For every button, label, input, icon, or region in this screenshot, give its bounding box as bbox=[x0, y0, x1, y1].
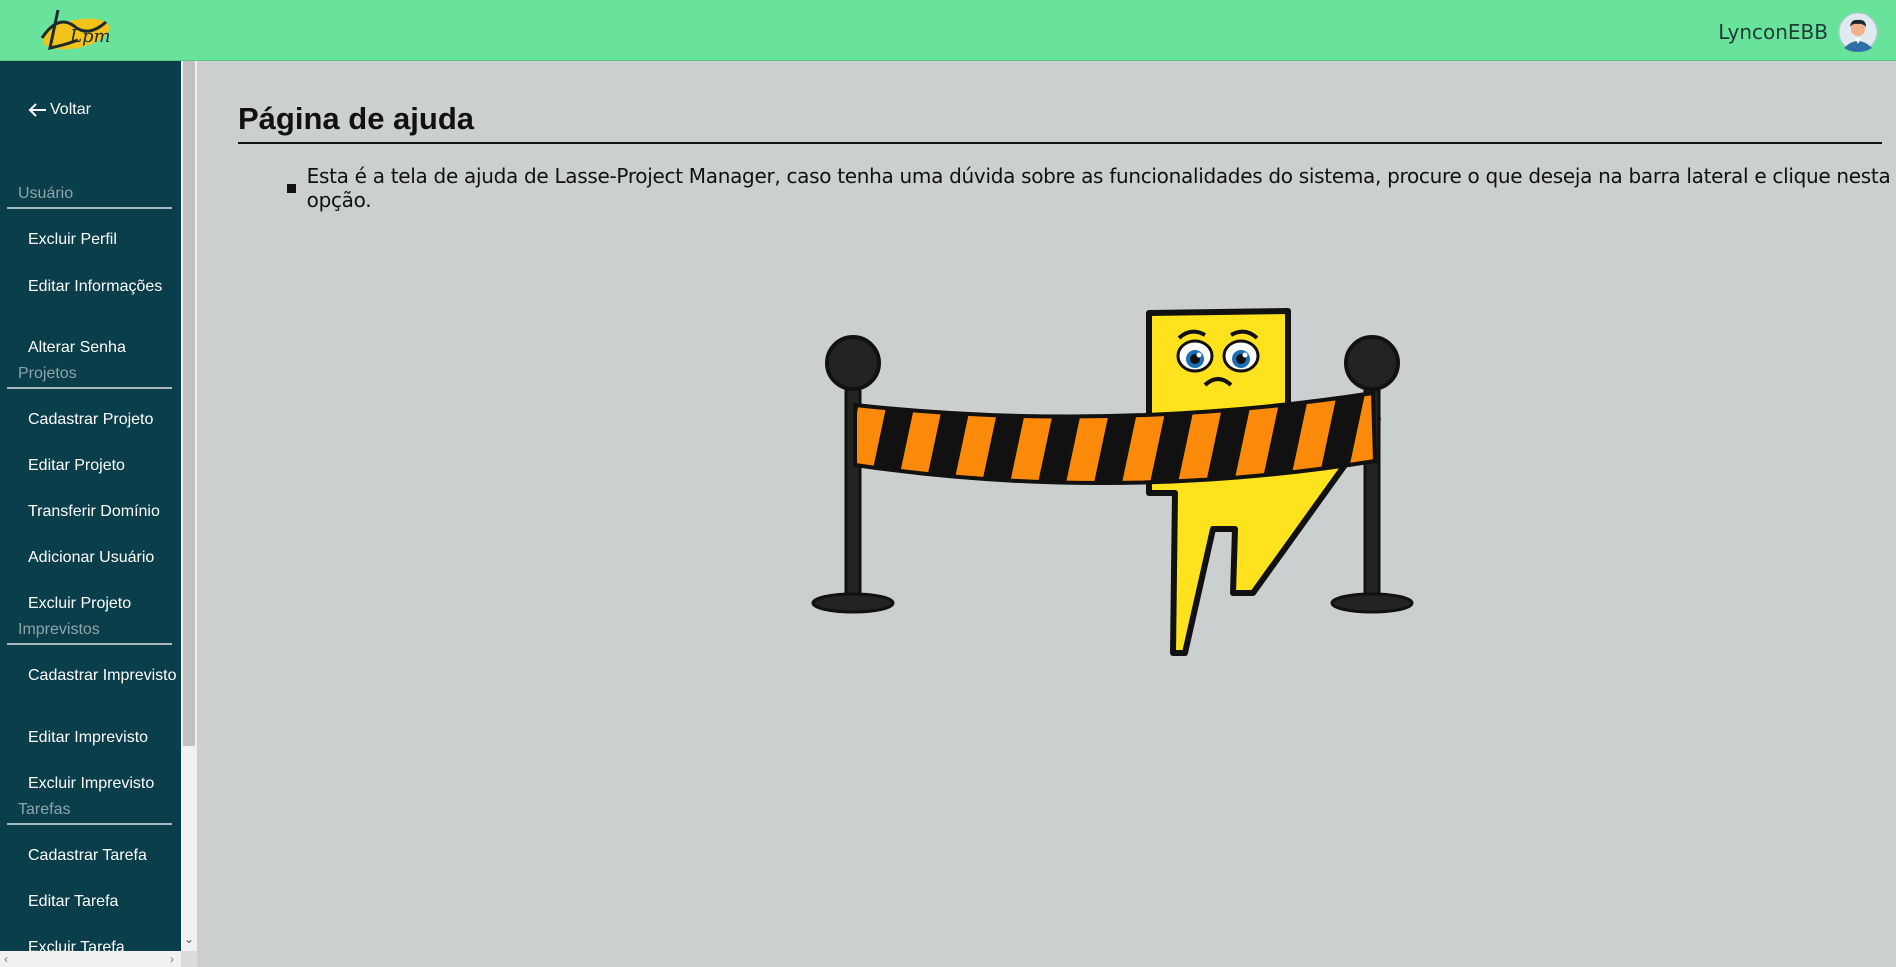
scroll-left-icon[interactable]: ‹ bbox=[4, 951, 8, 967]
sidebar-item-cadastrar-tarefa[interactable]: Cadastrar Tarefa bbox=[28, 848, 178, 864]
sidebar-item-cadastrar-imprevisto[interactable]: Cadastrar Imprevisto bbox=[28, 668, 178, 684]
sidebar-item-transferir-dominio[interactable]: Transferir Domínio bbox=[28, 504, 178, 520]
sidebar-item-editar-informacoes[interactable]: Editar Informações bbox=[28, 279, 178, 295]
back-label: Voltar bbox=[50, 101, 91, 118]
sidebar-item-alterar-senha[interactable]: Alterar Senha bbox=[28, 340, 178, 356]
sidebar-scrollbar-thumb[interactable] bbox=[183, 61, 195, 746]
scrollbar-corner bbox=[181, 951, 197, 967]
under-construction-illustration bbox=[811, 308, 1414, 656]
barrier-tape bbox=[853, 390, 1378, 486]
main-content: Página de ajuda Esta é a tela de ajuda d… bbox=[197, 61, 1896, 967]
scroll-down-icon[interactable]: ⌄ bbox=[183, 932, 195, 946]
bullet-icon bbox=[287, 183, 296, 193]
section-projetos: Projetos bbox=[7, 365, 172, 389]
avatar-icon[interactable] bbox=[1838, 12, 1878, 52]
user-name[interactable]: LynconEBB bbox=[1718, 20, 1828, 44]
sidebar: Voltar Usuário Excluir Perfil Editar Inf… bbox=[0, 61, 181, 951]
title-divider bbox=[238, 142, 1882, 144]
sidebar-item-excluir-imprevisto[interactable]: Excluir Imprevisto bbox=[28, 776, 178, 792]
sidebar-item-editar-tarefa[interactable]: Editar Tarefa bbox=[28, 894, 178, 910]
page-title: Página de ajuda bbox=[238, 101, 475, 136]
section-tarefas: Tarefas bbox=[7, 801, 172, 825]
help-text: Esta é a tela de ajuda de Lasse-Project … bbox=[306, 164, 1891, 212]
sidebar-item-cadastrar-projeto[interactable]: Cadastrar Projeto bbox=[28, 412, 178, 428]
top-bar: Lpm LynconEBB bbox=[0, 0, 1896, 61]
sidebar-item-excluir-projeto[interactable]: Excluir Projeto bbox=[28, 596, 178, 612]
logo-text: Lpm bbox=[69, 26, 111, 47]
sidebar-item-adicionar-usuario[interactable]: Adicionar Usuário bbox=[28, 550, 178, 566]
sidebar-horizontal-scrollbar[interactable]: ‹ › bbox=[0, 951, 197, 967]
section-imprevistos: Imprevistos bbox=[7, 621, 172, 645]
arrow-left-icon bbox=[28, 103, 46, 117]
sidebar-item-editar-projeto[interactable]: Editar Projeto bbox=[28, 458, 178, 474]
section-usuario: Usuário bbox=[7, 185, 172, 209]
scroll-right-icon[interactable]: › bbox=[170, 951, 174, 967]
back-button[interactable]: Voltar bbox=[28, 101, 91, 119]
lpm-logo[interactable]: Lpm bbox=[28, 4, 118, 58]
sidebar-item-excluir-tarefa[interactable]: Excluir Tarefa bbox=[28, 940, 178, 952]
sidebar-item-editar-imprevisto[interactable]: Editar Imprevisto bbox=[28, 730, 178, 746]
user-menu[interactable]: LynconEBB bbox=[1718, 12, 1878, 52]
sidebar-item-excluir-perfil[interactable]: Excluir Perfil bbox=[28, 232, 178, 248]
help-list-item: Esta é a tela de ajuda de Lasse-Project … bbox=[287, 164, 1896, 212]
